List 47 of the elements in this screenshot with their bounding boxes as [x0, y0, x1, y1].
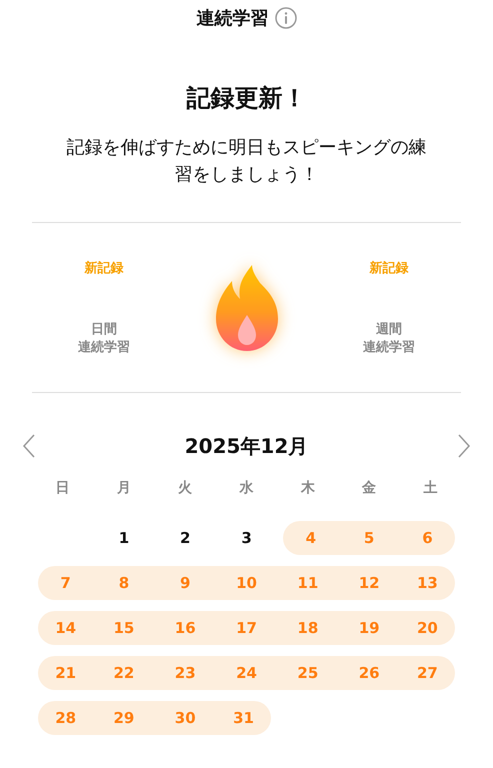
calendar-day[interactable]: 8: [93, 566, 155, 600]
new-record-label: 新記録: [84, 260, 124, 276]
encouragement-message: 記録を伸ばすために明日もスピーキングの練習をしましょう！: [66, 136, 428, 187]
calendar-day[interactable]: 1: [93, 520, 155, 554]
calendar-day[interactable]: 19: [338, 610, 400, 644]
streak-label: 週間 連続学習: [363, 320, 415, 356]
weekday-label: 木: [300, 480, 315, 496]
calendar-day[interactable]: 13: [400, 566, 456, 600]
calendar-day[interactable]: 30: [154, 700, 216, 734]
info-icon[interactable]: [274, 7, 296, 29]
calendar-day[interactable]: 11: [277, 566, 338, 600]
screen-title: 連続学習: [196, 7, 268, 30]
new-record-label: 新記録: [370, 260, 408, 276]
calendar-day[interactable]: 17: [216, 610, 278, 644]
calendar-day[interactable]: 3: [216, 520, 278, 554]
weekday-label: 月: [116, 480, 131, 496]
headline: 記録更新！: [185, 83, 308, 114]
calendar-day[interactable]: 29: [93, 700, 155, 734]
streak-label: 日間 連続学習: [78, 320, 130, 356]
calendar-day[interactable]: 24: [216, 656, 278, 690]
calendar-day[interactable]: 21: [38, 656, 94, 690]
weekday-label: 日: [56, 480, 70, 496]
weekday-label: 土: [423, 480, 438, 496]
calendar-day[interactable]: 23: [154, 656, 216, 690]
weekday-label: 火: [178, 480, 192, 496]
calendar-day[interactable]: 10: [216, 566, 278, 600]
calendar-day[interactable]: 25: [277, 656, 338, 690]
calendar-day[interactable]: 16: [154, 610, 216, 644]
calendar-day[interactable]: 20: [400, 610, 456, 644]
calendar-day[interactable]: 9: [154, 566, 216, 600]
calendar-day[interactable]: 4: [283, 520, 338, 554]
calendar-day[interactable]: 18: [277, 610, 338, 644]
calendar-day[interactable]: 15: [93, 610, 155, 644]
calendar-day[interactable]: 27: [400, 656, 456, 690]
weekday-label: 水: [240, 480, 254, 496]
calendar-day[interactable]: 7: [38, 566, 94, 600]
calendar-day[interactable]: 12: [338, 566, 400, 600]
calendar-day[interactable]: 26: [338, 656, 400, 690]
weekday-label: 金: [362, 480, 376, 496]
month-title: 2025年12月: [184, 432, 308, 460]
calendar-day[interactable]: 22: [93, 656, 155, 690]
calendar-day[interactable]: 31: [216, 700, 272, 734]
calendar-day[interactable]: 28: [38, 700, 94, 734]
calendar-day[interactable]: 14: [38, 610, 94, 644]
calendar-day[interactable]: 5: [338, 520, 400, 554]
calendar-day[interactable]: 2: [154, 520, 216, 554]
calendar-day[interactable]: 6: [400, 520, 456, 554]
